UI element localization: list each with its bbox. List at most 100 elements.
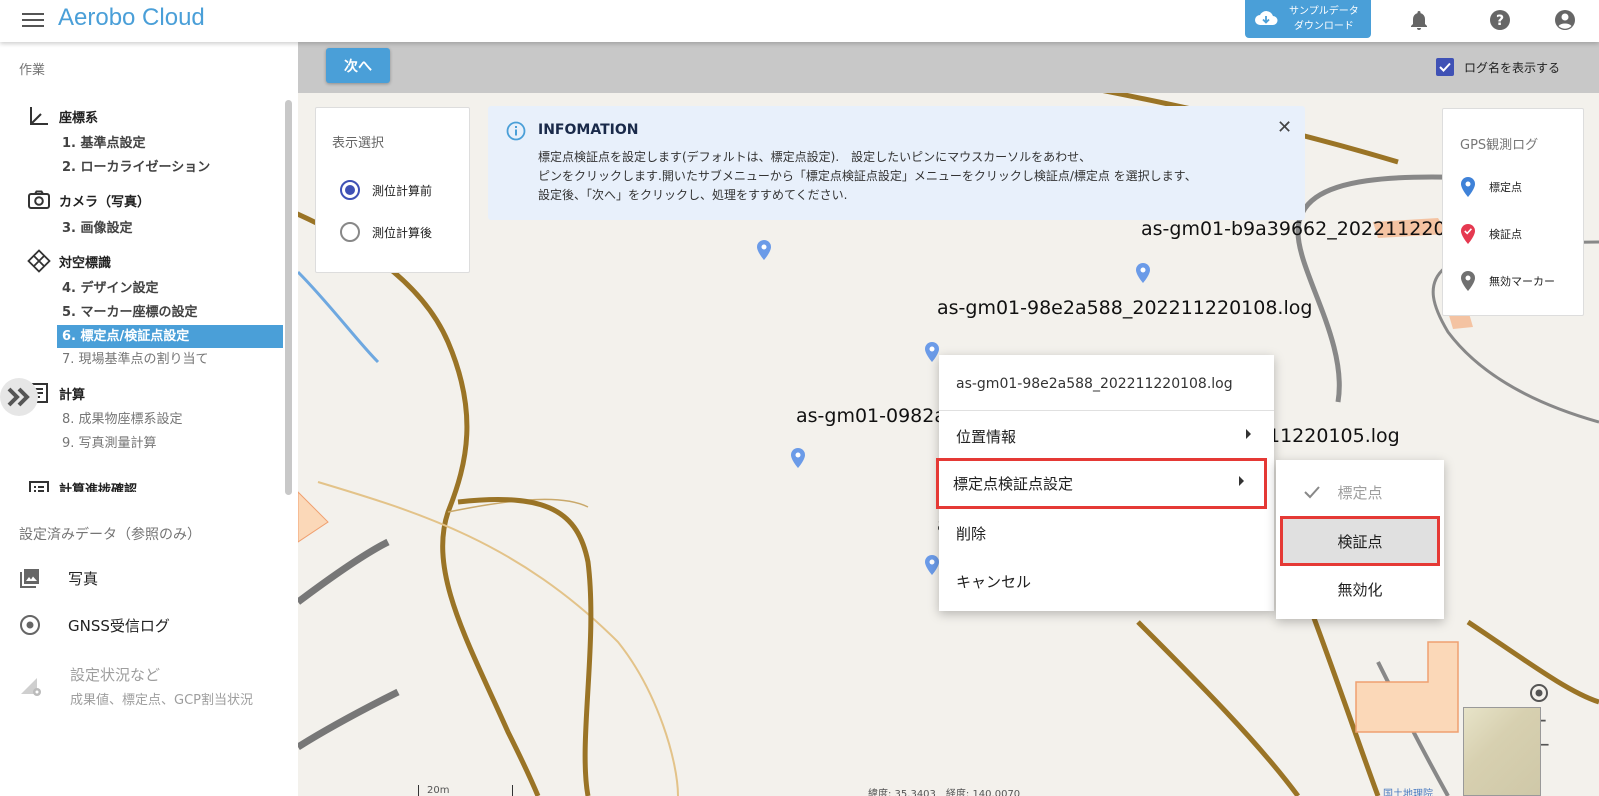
show-log-names-toggle[interactable]: ログ名を表示する [1436, 58, 1560, 76]
sidebar-step-7[interactable]: 7. 現場基準点の割り当て [57, 348, 283, 371]
display-select-title: 表示選択 [332, 136, 385, 151]
step-number: 9. [62, 436, 75, 451]
submenu-item-control-point[interactable]: 標定点 [1276, 468, 1444, 516]
sidebar-step-8[interactable]: 8. 成果物座標系設定 [57, 408, 283, 431]
help-icon[interactable]: ? [1487, 7, 1513, 33]
step-number: 4. [62, 281, 76, 296]
submenu-item-check-point[interactable]: 検証点 [1280, 516, 1440, 566]
sidebar-item-gnss-logs[interactable]: GNSS受信ログ [19, 614, 170, 636]
chevron-right-icon [1246, 429, 1251, 439]
map-pin-icon[interactable] [925, 555, 939, 575]
sidebar-group-label: 計算進捗確認 [59, 483, 138, 492]
map-log-label: 11220105.log [1268, 425, 1400, 447]
minimap-thumbnail[interactable] [1463, 707, 1541, 796]
show-log-names-label: ログ名を表示する [1464, 60, 1561, 75]
menu-item-location-info[interactable]: 位置情報 [939, 412, 1274, 460]
locate-icon[interactable] [1528, 682, 1550, 704]
step-label: 成果物座標系設定 [78, 412, 183, 427]
map-attribution[interactable]: 国土地理院 [1383, 785, 1433, 796]
sidebar-step-2[interactable]: 2. ローカライゼーション [57, 156, 283, 179]
readonly-section-label: 設定済みデータ（参照のみ） [19, 527, 201, 543]
submenu-item-label: 検証点 [1337, 532, 1383, 551]
sidebar-scrollbar[interactable] [285, 100, 292, 495]
sidebar-item-label: 設定状況など [70, 666, 161, 684]
menu-item-cancel[interactable]: キャンセル [939, 557, 1274, 605]
close-icon[interactable]: ✕ [1277, 117, 1292, 138]
sidebar-group-ground-markers[interactable]: 対空標識 [27, 249, 111, 273]
axis-icon [30, 107, 48, 125]
sidebar-step-6[interactable]: 6. 標定点/検証点設定 [57, 325, 283, 348]
sidebar-step-3[interactable]: 3. 画像設定 [57, 217, 283, 240]
legend-title: GPS観測ログ [1460, 138, 1539, 153]
context-menu-header: as-gm01-98e2a588_202211220108.log [956, 376, 1233, 392]
sidebar-group-label: カメラ（写真） [59, 194, 151, 210]
submenu-item-label: 標定点 [1337, 483, 1383, 502]
step-label: ローカライゼーション [80, 160, 211, 175]
radio-button[interactable] [340, 222, 360, 242]
bell-icon[interactable] [1406, 7, 1432, 33]
step-number: 2. [62, 160, 76, 175]
step-label: 現場基準点の割り当て [78, 352, 209, 367]
sidebar-item-sublabel: 成果値、標定点、GCP割当状況 [70, 693, 253, 708]
radio-button[interactable] [340, 180, 360, 200]
target-icon [27, 249, 51, 273]
next-button[interactable]: 次へ [326, 48, 390, 83]
show-log-names-checkbox[interactable] [1436, 58, 1454, 76]
menu-icon[interactable] [22, 10, 44, 30]
gps-log-legend: GPS観測ログ 標定点 検証点 無効マーカー [1442, 108, 1584, 316]
step-label: 基準点設定 [80, 136, 146, 151]
info-icon [506, 121, 526, 141]
info-line: ピンをクリックします.開いたサブメニューから「標定点検証点設定」メニューをクリッ… [538, 169, 1197, 183]
sidebar-step-1[interactable]: 1. 基準点設定 [57, 132, 283, 155]
map-pin-icon[interactable] [925, 342, 939, 362]
step-number: 7. [62, 352, 75, 367]
sidebar-step-9[interactable]: 9. 写真測量計算 [57, 432, 283, 455]
sidebar-step-4[interactable]: 4. デザイン設定 [57, 277, 283, 300]
sidebar-step-5[interactable]: 5. マーカー座標の設定 [57, 301, 283, 324]
app-bar: Aerobo Cloud サンプルデータ ダウンロード ? [0, 0, 1599, 42]
info-line: 標定点検証点を設定します(デフォルトは、標定点設定). 設定したいピンにマウスカ… [538, 150, 1092, 164]
map-pin-icon[interactable] [1136, 263, 1150, 283]
map-toolbar: 次へ ログ名を表示する [298, 42, 1599, 93]
divider [939, 410, 1274, 411]
account-icon[interactable] [1552, 7, 1578, 33]
radio-before-calculation[interactable]: 測位計算前 [340, 180, 432, 200]
sidebar-group-label: 計算 [59, 387, 86, 403]
double-chevron-right-icon [7, 387, 30, 407]
scale-bar: 20m [418, 785, 513, 796]
menu-item-label: 位置情報 [956, 427, 1017, 446]
sample-download-button[interactable]: サンプルデータ ダウンロード [1245, 0, 1371, 38]
map-pin-icon[interactable] [757, 240, 771, 260]
submenu-item-invalidate[interactable]: 無効化 [1276, 565, 1444, 613]
menu-item-point-type-setting[interactable]: 標定点検証点設定 [936, 458, 1267, 509]
radio-after-calculation[interactable]: 測位計算後 [340, 222, 432, 242]
map-log-label: as-gm01-0982ab [796, 405, 959, 427]
menu-item-label: 削除 [956, 524, 987, 543]
submenu-item-label: 無効化 [1337, 580, 1383, 599]
legend-item: 標定点 [1461, 177, 1522, 197]
sidebar-item-settings-status[interactable]: 設定状況など 成果値、標定点、GCP割当状況 [19, 664, 253, 708]
photo-library-icon [20, 569, 39, 588]
legend-label: 標定点 [1489, 181, 1522, 194]
settings-status-icon [21, 678, 41, 696]
check-icon [1439, 62, 1451, 72]
info-title: INFOMATION [538, 122, 639, 138]
svg-text:?: ? [1496, 13, 1504, 29]
step-number: 8. [62, 412, 75, 427]
sidebar-item-photos[interactable]: 写真 [19, 567, 98, 589]
sidebar-group-coordinate-system[interactable]: 座標系 [27, 104, 98, 128]
step-label: 写真測量計算 [78, 436, 157, 451]
step-label: 画像設定 [80, 221, 133, 236]
sidebar-group-camera[interactable]: カメラ（写真） [27, 188, 150, 212]
menu-item-delete[interactable]: 削除 [939, 509, 1274, 557]
sidebar-item-label: 写真 [68, 569, 99, 588]
map-pin-icon[interactable] [791, 448, 805, 468]
sidebar-collapse-toggle[interactable] [0, 378, 38, 416]
check-icon [1304, 486, 1320, 499]
step-label: デザイン設定 [80, 281, 159, 296]
sidebar: 作業 座標系 1. 基準点設定 2. ローカライゼーション カメラ（写真） 3.… [0, 42, 298, 796]
sample-download-label: サンプルデータ ダウンロード [1289, 6, 1359, 32]
information-banner: INFOMATION 標定点検証点を設定します(デフォルトは、標定点設定). 設… [488, 106, 1305, 220]
sidebar-group-progress[interactable]: 計算進捗確認 [27, 476, 137, 492]
app-title: Aerobo Cloud [58, 4, 205, 31]
